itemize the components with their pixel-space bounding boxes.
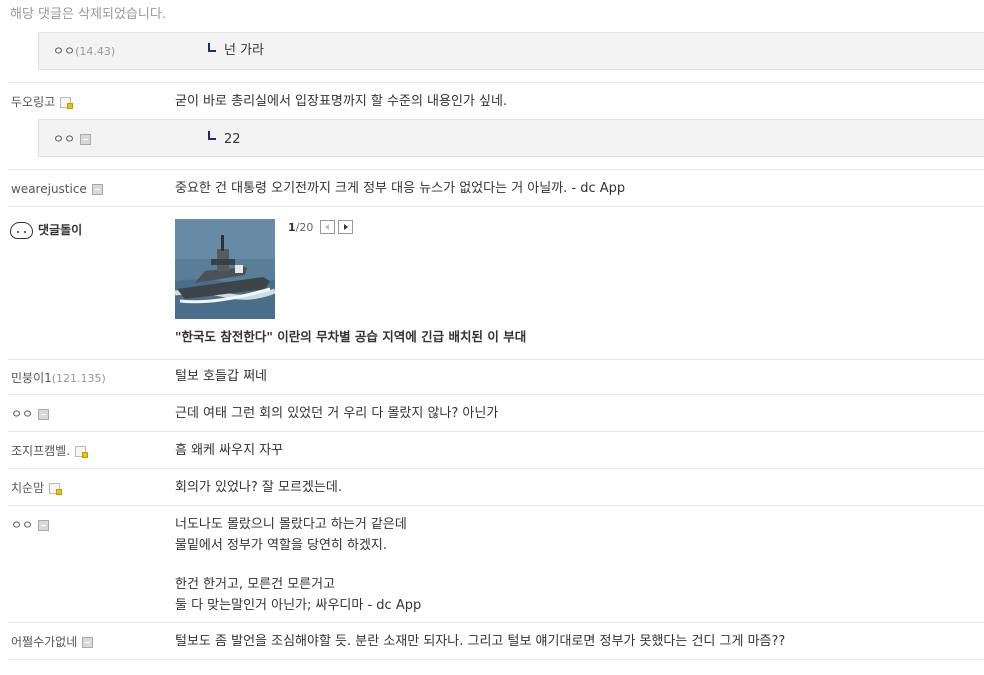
comment-text: 털보 호들갑 쩌네: [175, 369, 267, 384]
comment-text: 털보도 좀 발언을 조심해야할 듯. 분란 소재만 되자나. 그리고 털보 얘기…: [175, 634, 786, 649]
author-nickname: ㅇㅇ: [53, 44, 76, 58]
divider: [8, 659, 984, 660]
reply-text: 22: [224, 132, 241, 147]
author-nickname: 두오링고: [11, 95, 56, 109]
comment-author[interactable]: 민붕이1(121.135): [11, 369, 106, 388]
author-nickname: ㅇㅇ: [11, 407, 34, 421]
fixed-nick-icon: [60, 97, 74, 109]
author-ip: (121.135): [51, 372, 106, 385]
author-nickname: 어쩔수가없네: [11, 635, 78, 649]
smiley-face-icon: [10, 222, 33, 239]
divider: [8, 505, 984, 506]
ad-headline-link[interactable]: "한국도 참전한다" 이란의 무차별 공습 지역에 긴급 배치된 이 부대: [175, 327, 526, 347]
author-nickname: 치순맘: [11, 481, 45, 495]
divider: [8, 431, 984, 432]
floating-nick-icon: [38, 409, 50, 420]
comment-author[interactable]: ㅇㅇ: [11, 516, 50, 534]
author-nickname: 조지프캠벨.: [11, 444, 71, 458]
reply-text: 넌 가라: [224, 43, 265, 58]
divider: [8, 359, 984, 360]
author-nickname: ㅇㅇ: [53, 132, 76, 146]
author-ip: (14.43): [75, 45, 116, 58]
author-nickname: 민붕이1: [11, 371, 52, 385]
pager-current: 1: [288, 221, 296, 234]
reply-arrow-icon: [208, 43, 216, 52]
floating-nick-icon: [80, 134, 92, 145]
floating-nick-icon: [82, 637, 94, 648]
comment-text-line: 한건 한거고, 모른건 모른거고: [175, 577, 336, 592]
reply-box: ㅇㅇ 22: [38, 119, 984, 157]
divider: [8, 468, 984, 469]
pager-total: /20: [295, 221, 314, 234]
author-nickname: wearejustice: [11, 182, 87, 196]
floating-nick-icon: [91, 184, 103, 195]
comment-author[interactable]: 치순맘: [11, 479, 63, 497]
fixed-nick-icon: [49, 483, 63, 495]
author-nickname: ㅇㅇ: [11, 518, 34, 532]
comment-text: 중요한 건 대통령 오기전까지 크게 정부 대응 뉴스가 없었다는 거 아닐까.…: [175, 181, 626, 196]
comment-bot-author: 댓글돌이: [10, 220, 82, 240]
comment-text-line: 둘 다 맞는말인거 아닌가; 싸우디마 - dc App: [175, 598, 422, 613]
comment-author[interactable]: 두오링고: [11, 93, 74, 111]
warship-photo: [175, 219, 275, 319]
comment-text: 근데 여태 그런 회의 있었던 거 우리 다 몰랐지 않나? 아닌가: [175, 406, 499, 421]
bot-nickname: 댓글돌이: [38, 223, 83, 237]
pager-next-button[interactable]: [338, 220, 353, 234]
fixed-nick-icon: [75, 446, 89, 458]
comment-text-line: 너도나도 몰랐으니 몰랐다고 하는거 같은데: [175, 517, 407, 532]
comment-author[interactable]: 어쩔수가없네: [11, 633, 94, 651]
reply-box: ㅇㅇ(14.43) 넌 가라: [38, 32, 984, 70]
comment-author[interactable]: ㅇㅇ: [53, 130, 92, 148]
divider: [8, 394, 984, 395]
comment-text: 흠 왜케 싸우지 자꾸: [175, 443, 284, 458]
floating-nick-icon: [38, 520, 50, 531]
ad-pager-counter: 1/20: [288, 220, 313, 236]
divider: [8, 169, 984, 170]
pager-prev-button[interactable]: [320, 220, 335, 234]
divider: [8, 206, 984, 207]
comment-text-line: 물밑에서 정부가 역할을 당연히 하겠지.: [175, 538, 388, 553]
comment-text: 회의가 있었나? 잘 모르겠는데.: [175, 480, 342, 495]
comment-author[interactable]: 조지프캠벨.: [11, 442, 89, 460]
deleted-comment-notice: 해당 댓글은 삭제되었습니다.: [10, 7, 166, 22]
divider: [8, 622, 984, 623]
comment-author[interactable]: ㅇㅇ(14.43): [53, 42, 115, 61]
divider: [8, 82, 984, 83]
reply-arrow-icon: [208, 131, 216, 140]
comment-author[interactable]: ㅇㅇ: [11, 405, 50, 423]
comment-author[interactable]: wearejustice: [11, 180, 103, 198]
ad-thumbnail[interactable]: [175, 219, 275, 319]
comment-text: 굳이 바로 총리실에서 입장표명까지 할 수준의 내용인가 싶네.: [175, 94, 508, 109]
